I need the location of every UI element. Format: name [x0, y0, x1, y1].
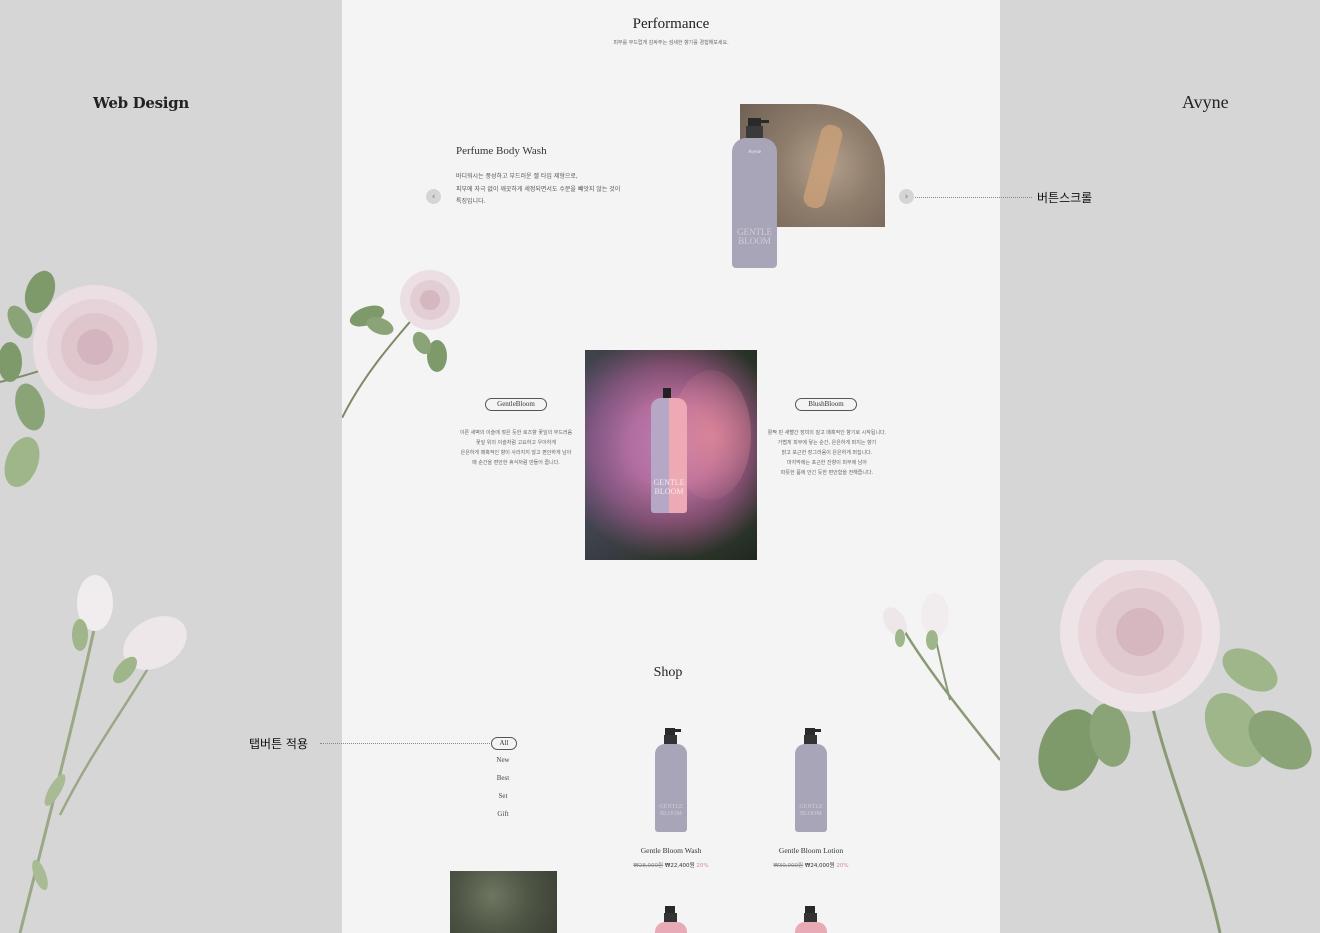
bottle-name-line: GENTLE: [799, 804, 823, 810]
annotation-tab-button: 탭버튼 적용: [249, 737, 309, 751]
chevron-right-icon: ›: [904, 191, 909, 202]
performance-title: Performance: [632, 16, 710, 32]
desc-line: 따뜻한 품에 안긴 듯한 편안함을 전해줍니다.: [780, 470, 874, 476]
discount-badge: 20%: [836, 863, 849, 869]
product-price: ₩28,000원 ₩22,400원 20%: [610, 861, 732, 869]
bottle-name-line: GENTLE: [659, 804, 683, 810]
variant-desc-blushbloom: 활짝 핀 새빨간 장미의 짙고 매혹적인 향기로 시작됩니다. 가볍게 피부에 …: [762, 428, 892, 478]
desc-line: 꽃잎 위의 이슬처럼 고요하고 우아하게: [476, 440, 556, 446]
desc-line: 이른 새벽의 이슬에 젖은 듯한 로즈향 꽃잎의 부드러움: [459, 430, 573, 436]
tab-set[interactable]: Set: [488, 792, 518, 800]
product-card-1[interactable]: GENTLE BLOOM Gentle Bloom Wash ₩28,000원 …: [610, 728, 732, 869]
performance-subtitle: 피부를 부드럽게 감싸주는 섬세한 향기를 경험해보세요.: [613, 40, 729, 46]
bottle-name-line: BLOOM: [660, 811, 682, 817]
chevron-left-icon: ‹: [431, 191, 436, 202]
rose-illustration-right: [1038, 560, 1312, 933]
variant-tag-blushbloom[interactable]: BlushBloom: [795, 398, 857, 411]
rose-illustration-center: [342, 270, 460, 418]
old-price: ₩30,000원: [773, 863, 804, 869]
variant-desc-gentlebloom: 이른 새벽의 이슬에 젖은 듯한 로즈향 꽃잎의 부드러움 꽃잎 위의 이슬처럼…: [452, 428, 580, 468]
tab-new[interactable]: New: [488, 756, 518, 764]
carousel-prev-button[interactable]: ‹: [426, 189, 441, 204]
desc-line: 마지막에는 포근한 잔향이 피부에 남아: [787, 460, 867, 466]
product-card-2[interactable]: GENTLE BLOOM Gentle Bloom Lotion ₩30,000…: [750, 728, 872, 869]
rose-bottle-photo: GENTLE BLOOM: [585, 350, 757, 560]
rose-illustration-left: [0, 270, 157, 488]
desc-line: 맑고 포근한 장그러움이 은은하게 퍼집니다.: [781, 450, 873, 456]
sale-price: ₩24,000원: [804, 863, 835, 869]
old-price: ₩28,000원: [633, 863, 664, 869]
product-name: Gentle Bloom Lotion: [778, 846, 844, 855]
desc-line: 가볍게 피부에 닿는 순간, 은은하게 퍼지는 향기: [777, 440, 877, 446]
bottle-image: Avyne GENTLE BLOOM: [732, 118, 777, 268]
desc-line: 바디워시는 풍성하고 부드러운 젤 타입 제형으로,: [456, 173, 578, 180]
product-name: Gentle Bloom Wash: [640, 846, 702, 855]
desc-line: 특징입니다.: [456, 198, 486, 205]
rosebud-illustration-left: [18, 575, 187, 933]
tab-gift[interactable]: Gift: [488, 810, 518, 818]
tab-best[interactable]: Best: [488, 774, 518, 782]
product-title: Perfume Body Wash: [456, 145, 547, 157]
bottle-name-line: BLOOM: [800, 811, 822, 817]
carousel-next-button[interactable]: ›: [899, 189, 914, 204]
avyne-brand-title: Avyne: [1182, 92, 1229, 112]
bottle-brand: Avyne: [748, 150, 761, 155]
product-card-4-image[interactable]: [795, 906, 827, 933]
tab-all[interactable]: All: [491, 737, 517, 750]
product-image: GENTLE BLOOM: [655, 728, 687, 832]
annotation-line-scroll: [915, 197, 1032, 198]
desc-line: 피부에 자극 없이 깨끗하게 세정되면서도 수분을 빼앗지 않는 것이: [456, 185, 621, 193]
variant-tag-gentlebloom[interactable]: GentleBloom: [485, 398, 547, 411]
bottle-name-line: BLOOM: [738, 236, 771, 246]
annotation-line-tab: [320, 743, 490, 744]
shop-title: Shop: [653, 665, 683, 680]
main-page: Performance 피부를 부드럽게 감싸주는 섬세한 향기를 경험해보세요…: [342, 0, 1000, 933]
sale-price: ₩22,400원: [664, 863, 695, 869]
bottle-name-line: BLOOM: [654, 487, 684, 496]
product-description: 바디워시는 풍성하고 부드러운 젤 타입 제형으로, 피부에 자극 없이 깨끗하…: [456, 171, 666, 209]
bottle-name: GENTLE BLOOM: [732, 228, 777, 246]
shop-banner-photo: [450, 871, 557, 933]
desc-line: 활짝 핀 새빨간 장미의 짙고 매혹적인 향기로 시작됩니다.: [767, 430, 887, 436]
desc-line: 매 순간을 편안한 휴식처럼 만들어 줍니다.: [472, 460, 560, 466]
product-image: GENTLE BLOOM: [795, 728, 827, 832]
annotation-scroll-button: 버튼스크롤: [1037, 191, 1093, 205]
desc-line: 은은하게 매혹적인 향이 사라지지 않고 편안하게 남아: [460, 450, 572, 456]
web-design-title: Web Design: [93, 94, 189, 112]
product-price: ₩30,000원 ₩24,000원 20%: [750, 861, 872, 869]
discount-badge: 20%: [696, 863, 709, 869]
bottle-name-line: GENTLE: [653, 478, 685, 487]
product-card-3-image[interactable]: [655, 906, 687, 933]
